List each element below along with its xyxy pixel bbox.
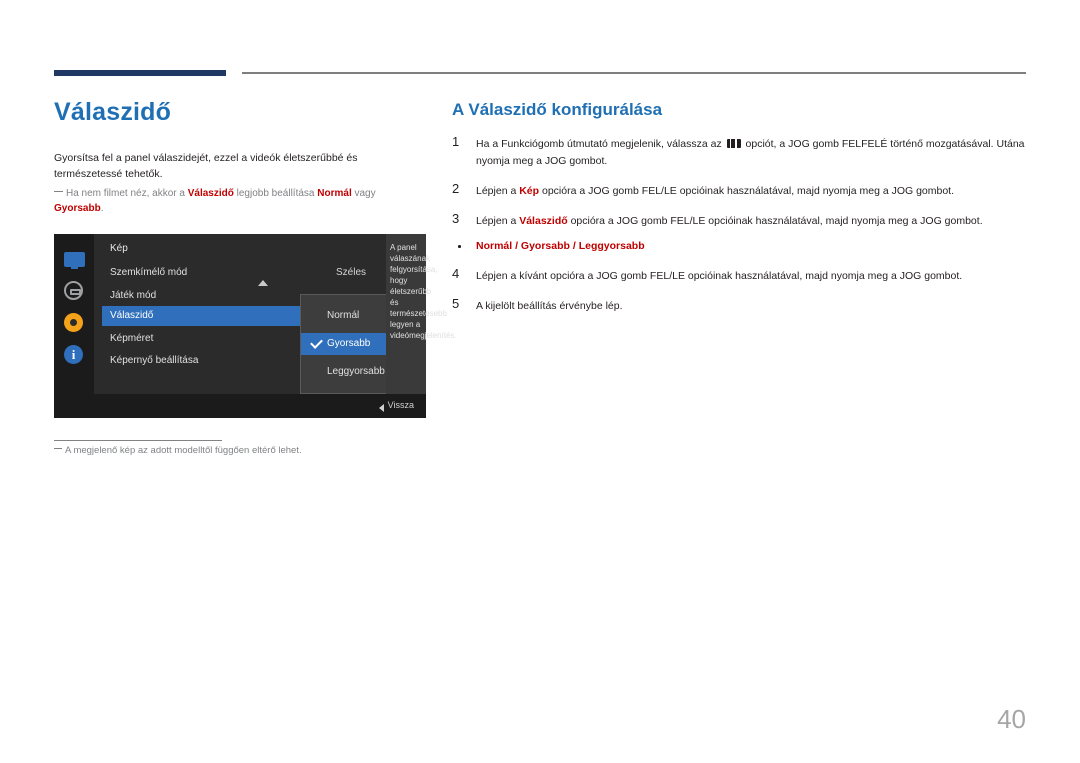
osd-row-label: Játék mód [110,290,157,301]
osd-row-eye-saver[interactable]: Szemkímélő mód Széles [102,263,378,283]
bullet-dot-icon [458,245,461,248]
page-number: 40 [997,704,1026,734]
note-bold-gyorsabb: Gyorsabb [54,203,101,214]
osd-row-label: Szemkímélő mód [110,267,188,278]
page-title: Válaszidő [54,98,172,126]
osd-menu-heading: Kép [110,243,128,254]
options-bullet: Normál / Gyorsabb / Leggyorsabb [452,239,1032,254]
check-icon [310,336,323,349]
settings-gear-icon[interactable] [64,313,85,334]
osd-row-label: Képernyő beállítása [110,355,199,366]
osd-footer-bar: Vissza [54,394,426,418]
picture-mode-icon[interactable] [64,281,85,302]
footnote-dash [54,448,62,449]
header-rule-thin [242,72,1026,74]
menu-icon [726,139,741,148]
steps-list: 1 Ha a Funkciógomb útmutató megjelenik, … [452,134,1032,328]
step-item-2: 2 Lépjen a Kép opcióra a JOG gomb FEL/LE… [452,181,1032,200]
step-item-1: 1 Ha a Funkciógomb útmutató megjelenik, … [452,134,1032,170]
note-bold-normal: Normál [317,188,352,199]
section-title: A Válaszidő konfigurálása [452,100,663,119]
step-number: 1 [452,134,460,149]
osd-row-value: Széles [335,267,366,278]
note-pre: Ha nem filmet néz, akkor a [66,188,188,199]
step-text: A kijelölt beállítás érvénybe lép. [476,300,623,312]
page: Válaszidő Gyorsítsa fel a panel válaszid… [0,0,1080,763]
step-item-5: 5 A kijelölt beállítás érvénybe lép. [452,296,1032,315]
information-icon[interactable]: i [64,345,85,366]
header-rule-accent [54,70,226,76]
intro-paragraph: Gyorsítsa fel a panel válaszidejét, ezze… [54,152,358,180]
step-text-post: opcióra a JOG gomb FEL/LE opcióinak hasz… [567,215,983,227]
left-note: Ha nem filmet néz, akkor a Válaszidő leg… [54,186,426,216]
submenu-item-label: Normál [327,310,360,321]
osd-description-panel: A panel válaszának felgyorsítása, hogy é… [386,234,457,394]
submenu-item-label: Gyorsabb [327,338,371,349]
footnote-rule [54,440,222,441]
osd-icon-sidebar: i [54,234,94,394]
submenu-item-label: Leggyorsabb [327,366,385,377]
step-text-bold: Kép [519,185,540,197]
step-text-bold: Válaszidő [519,215,568,227]
back-arrow-icon [379,404,384,412]
step-number: 3 [452,211,460,226]
note-bold-valaszido: Válaszidő [187,188,234,199]
options-bullet-text: Normál / Gyorsabb / Leggyorsabb [476,240,645,252]
footnote-text: A megjelenő kép az adott modelltől függő… [65,445,302,456]
step-text: Lépjen a Kép opcióra a JOG gomb FEL/LE o… [476,183,1032,200]
step-text: Ha a Funkciógomb útmutató megjelenik, vá… [476,136,1032,170]
note-dash [54,191,63,192]
step-number: 5 [452,296,460,311]
step-number: 2 [452,181,460,196]
step-text-pre: Lépjen a [476,215,520,227]
note-mid2: vagy [351,188,376,199]
osd-back-label[interactable]: Vissza [388,400,414,410]
step-number: 4 [452,266,460,281]
monitor-icon[interactable] [64,249,85,270]
step-item-4: 4 Lépjen a kívánt opcióra a JOG gomb FEL… [452,266,1032,285]
step-text-pre: Lépjen a [476,185,520,197]
step-text-pre: Ha a Funkciógomb útmutató megjelenik, vá… [476,138,725,150]
osd-row-label: Képméret [110,333,154,344]
step-text: Lépjen a Válaszidő opcióra a JOG gomb FE… [476,213,1032,230]
step-item-3: 3 Lépjen a Válaszidő opcióra a JOG gomb … [452,211,1032,230]
osd-menu-panel: Kép Szemkímélő mód Széles Játék mód Vála… [94,234,424,394]
note-end: . [100,203,104,214]
step-text-post: opcióra a JOG gomb FEL/LE opcióinak hasz… [539,185,955,197]
step-text: Lépjen a kívánt opcióra a JOG gomb FEL/L… [476,270,963,282]
osd-screenshot: i Kép Szemkímélő mód Széles Játék mód Vá… [54,234,457,418]
osd-row-label: Válaszidő [110,310,154,321]
osd-description-text: A panel válaszának felgyorsítása, hogy é… [390,243,457,340]
footnote: A megjelenő kép az adott modelltől függő… [54,444,474,458]
note-mid: legjobb beállítása [233,188,318,199]
